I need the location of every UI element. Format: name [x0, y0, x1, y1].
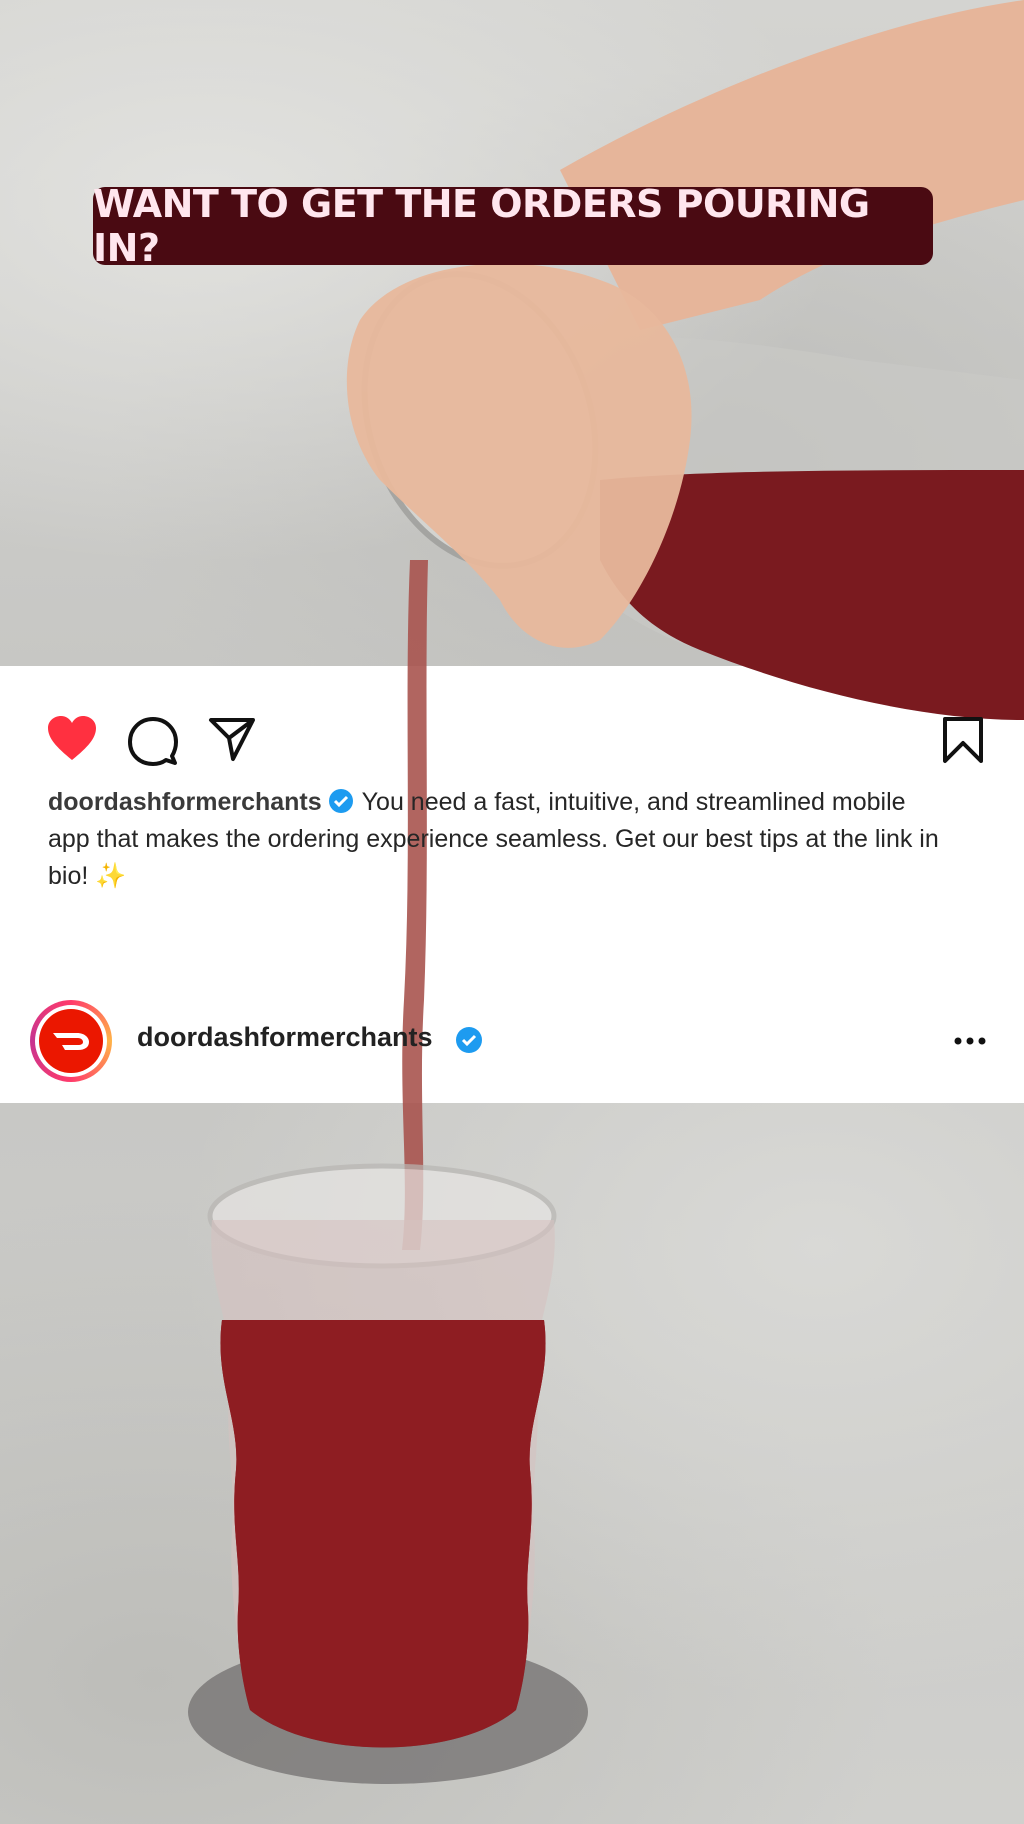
- photo-scene: WANT TO GET THE ORDERS POURING IN? doord…: [0, 0, 1024, 1824]
- share-icon[interactable]: [208, 716, 256, 762]
- wall-background: [0, 0, 1024, 666]
- avatar[interactable]: [30, 1000, 112, 1082]
- verified-badge-icon: [456, 1027, 482, 1053]
- post-action-bar: [0, 710, 1024, 766]
- post-profile-row: doordashformerchants: [0, 1000, 1024, 1084]
- heart-icon[interactable]: [46, 714, 98, 762]
- headline-banner: WANT TO GET THE ORDERS POURING IN?: [93, 182, 933, 270]
- comment-icon[interactable]: [128, 716, 178, 766]
- table-background: [0, 1103, 1024, 1824]
- bookmark-icon[interactable]: [940, 716, 986, 764]
- post-caption: doordashformerchants You need a fast, int…: [48, 784, 948, 895]
- verified-badge-icon: [328, 789, 353, 813]
- caption-username[interactable]: doordashformerchants: [48, 788, 322, 816]
- more-options-icon[interactable]: [950, 1026, 990, 1056]
- profile-username[interactable]: doordashformerchants: [137, 1022, 433, 1053]
- doordash-logo-icon: [39, 1009, 103, 1073]
- headline-text: WANT TO GET THE ORDERS POURING IN?: [93, 182, 870, 270]
